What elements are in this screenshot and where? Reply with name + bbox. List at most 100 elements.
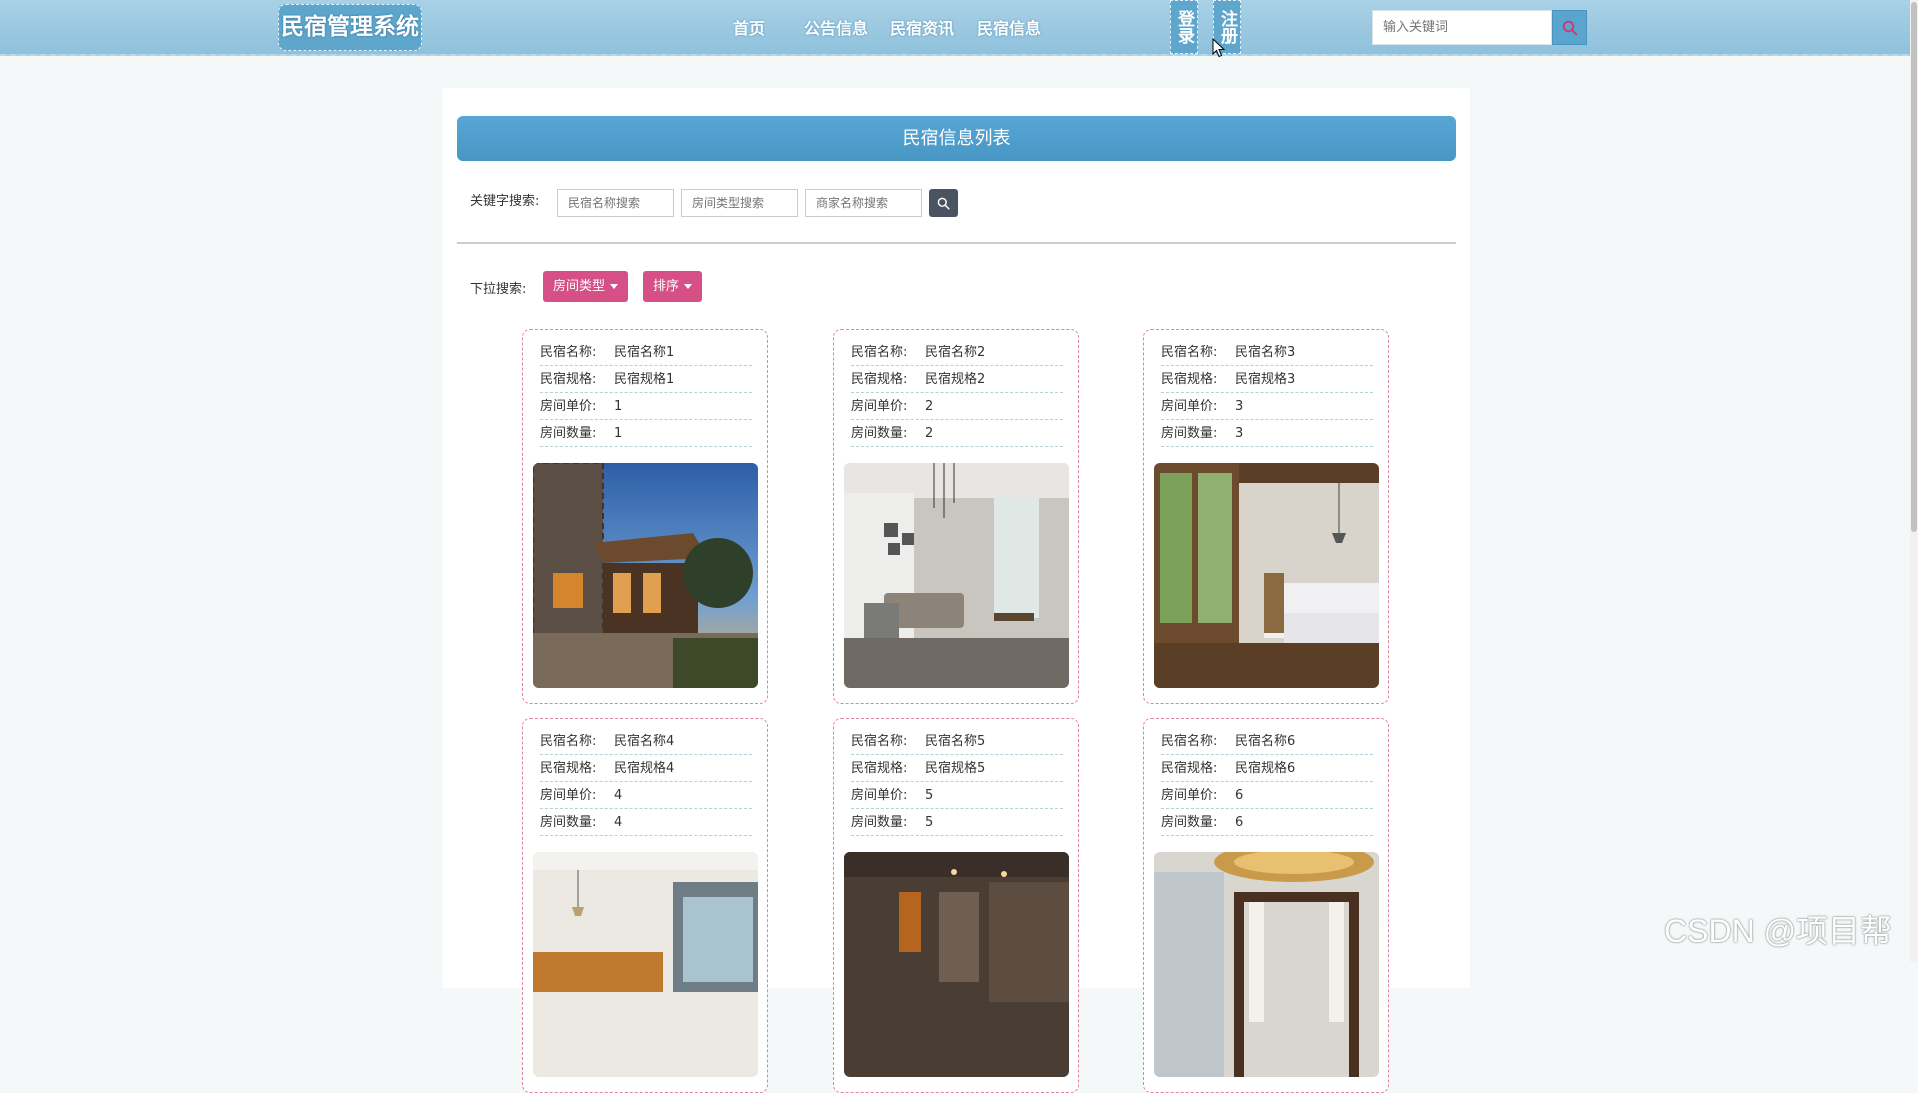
- card-price-value: 5: [925, 788, 934, 803]
- card-quantity-row: 房间数量: 1: [540, 421, 752, 447]
- field-label: 民宿名称:: [1161, 734, 1218, 749]
- field-label: 房间单价:: [540, 788, 597, 803]
- caret-down-icon: [684, 284, 693, 289]
- card-name-row: 民宿名称: 民宿名称4: [540, 729, 752, 755]
- keyword-search-label: 关键字搜索:: [470, 194, 540, 209]
- field-label: 房间数量:: [540, 815, 597, 830]
- field-label: 民宿规格:: [1161, 761, 1218, 776]
- nav-homestay-news[interactable]: 民宿资讯: [890, 15, 954, 39]
- card-quantity-row: 房间数量: 2: [851, 421, 1063, 447]
- card-price-value: 3: [1235, 399, 1244, 414]
- field-label: 民宿名称:: [1161, 345, 1218, 360]
- card-quantity-row: 房间数量: 6: [1161, 810, 1373, 836]
- card-quantity-value: 4: [614, 815, 623, 830]
- card-name-value: 民宿名称1: [614, 345, 675, 360]
- page-scrollbar-thumb[interactable]: [1911, 2, 1917, 532]
- card-spec-value: 民宿规格1: [614, 372, 675, 387]
- homestay-card-3[interactable]: 民宿名称: 民宿名称3 民宿规格: 民宿规格3 房间单价: 3 房间数量: 3: [1143, 329, 1389, 704]
- card-spec-value: 民宿规格6: [1235, 761, 1296, 776]
- card-spec-value: 民宿规格3: [1235, 372, 1296, 387]
- field-label: 民宿名称:: [851, 734, 908, 749]
- divider: [457, 242, 1456, 244]
- homestay-photo[interactable]: [1154, 463, 1379, 688]
- homestay-photo[interactable]: [844, 852, 1069, 1077]
- room-type-search-input[interactable]: [681, 189, 798, 217]
- card-price-row: 房间单价: 4: [540, 783, 752, 809]
- search-icon: [937, 197, 950, 210]
- card-price-value: 6: [1235, 788, 1244, 803]
- field-label: 房间单价:: [1161, 399, 1218, 414]
- dropdown-search-label: 下拉搜索:: [470, 282, 527, 297]
- card-quantity-row: 房间数量: 5: [851, 810, 1063, 836]
- nav-homestay-info[interactable]: 民宿信息: [977, 15, 1041, 39]
- sort-dropdown-label: 排序: [653, 279, 680, 294]
- field-label: 房间数量:: [1161, 426, 1218, 441]
- field-label: 房间单价:: [540, 399, 597, 414]
- keyword-search-button[interactable]: [929, 189, 958, 217]
- field-label: 房间数量:: [1161, 815, 1218, 830]
- card-spec-value: 民宿规格2: [925, 372, 986, 387]
- card-price-value: 1: [614, 399, 623, 414]
- homestay-photo[interactable]: [533, 852, 758, 1077]
- homestay-card-5[interactable]: 民宿名称: 民宿名称5 民宿规格: 民宿规格5 房间单价: 5 房间数量: 5: [833, 718, 1079, 1093]
- homestay-card-4[interactable]: 民宿名称: 民宿名称4 民宿规格: 民宿规格4 房间单价: 4 房间数量: 4: [522, 718, 768, 1093]
- card-name-row: 民宿名称: 民宿名称3: [1161, 340, 1373, 366]
- search-icon: [1562, 20, 1577, 35]
- card-price-row: 房间单价: 2: [851, 394, 1063, 420]
- card-spec-row: 民宿规格: 民宿规格6: [1161, 756, 1373, 782]
- page-title: 民宿信息列表: [457, 116, 1456, 161]
- field-label: 房间单价:: [851, 788, 908, 803]
- card-quantity-value: 5: [925, 815, 934, 830]
- card-name-value: 民宿名称3: [1235, 345, 1296, 360]
- cursor-icon: [1212, 38, 1226, 58]
- card-quantity-row: 房间数量: 4: [540, 810, 752, 836]
- site-logo[interactable]: 民宿管理系统: [278, 4, 422, 51]
- merchant-name-search-input[interactable]: [805, 189, 922, 217]
- card-spec-row: 民宿规格: 民宿规格5: [851, 756, 1063, 782]
- field-label: 民宿规格:: [851, 372, 908, 387]
- card-spec-value: 民宿规格4: [614, 761, 675, 776]
- field-label: 民宿规格:: [1161, 372, 1218, 387]
- room-type-dropdown[interactable]: 房间类型: [543, 271, 629, 302]
- field-label: 房间数量:: [851, 426, 908, 441]
- field-label: 民宿名称:: [851, 345, 908, 360]
- homestay-photo[interactable]: [1154, 852, 1379, 1077]
- field-label: 房间数量:: [851, 815, 908, 830]
- card-spec-row: 民宿规格: 民宿规格3: [1161, 367, 1373, 393]
- homestay-photo[interactable]: [844, 463, 1069, 688]
- card-name-value: 民宿名称4: [614, 734, 675, 749]
- card-quantity-row: 房间数量: 3: [1161, 421, 1373, 447]
- field-label: 民宿规格:: [540, 372, 597, 387]
- homestay-card-6[interactable]: 民宿名称: 民宿名称6 民宿规格: 民宿规格6 房间单价: 6 房间数量: 6: [1143, 718, 1389, 1093]
- card-spec-value: 民宿规格5: [925, 761, 986, 776]
- field-label: 民宿名称:: [540, 734, 597, 749]
- nav-home[interactable]: 首页: [733, 15, 765, 39]
- card-price-row: 房间单价: 1: [540, 394, 752, 420]
- card-quantity-value: 6: [1235, 815, 1244, 830]
- card-price-value: 2: [925, 399, 934, 414]
- field-label: 房间单价:: [851, 399, 908, 414]
- field-label: 民宿规格:: [851, 761, 908, 776]
- homestay-photo[interactable]: [533, 463, 758, 688]
- card-name-row: 民宿名称: 民宿名称2: [851, 340, 1063, 366]
- homestay-list-panel: 民宿信息列表 关键字搜索: 下拉搜索: 房间类型 排序 民宿名称: 民宿名称1 民…: [443, 88, 1470, 1093]
- card-spec-row: 民宿规格: 民宿规格4: [540, 756, 752, 782]
- top-search-input[interactable]: [1372, 10, 1552, 45]
- field-label: 房间单价:: [1161, 788, 1218, 803]
- room-type-dropdown-label: 房间类型: [553, 279, 606, 294]
- card-spec-row: 民宿规格: 民宿规格1: [540, 367, 752, 393]
- top-search-button[interactable]: [1552, 10, 1587, 45]
- login-button[interactable]: 登录: [1170, 0, 1198, 54]
- card-name-row: 民宿名称: 民宿名称1: [540, 340, 752, 366]
- homestay-card-2[interactable]: 民宿名称: 民宿名称2 民宿规格: 民宿规格2 房间单价: 2 房间数量: 2: [833, 329, 1079, 704]
- card-price-row: 房间单价: 3: [1161, 394, 1373, 420]
- sort-dropdown[interactable]: 排序: [643, 271, 703, 302]
- top-navbar: 民宿管理系统 首页 公告信息 民宿资讯 民宿信息 登录 注册: [0, 0, 1918, 58]
- card-name-row: 民宿名称: 民宿名称5: [851, 729, 1063, 755]
- homestay-card-1[interactable]: 民宿名称: 民宿名称1 民宿规格: 民宿规格1 房间单价: 1 房间数量: 1: [522, 329, 768, 704]
- card-name-row: 民宿名称: 民宿名称6: [1161, 729, 1373, 755]
- card-price-row: 房间单价: 5: [851, 783, 1063, 809]
- card-name-value: 民宿名称5: [925, 734, 986, 749]
- homestay-name-search-input[interactable]: [557, 189, 674, 217]
- nav-announcements[interactable]: 公告信息: [804, 15, 868, 39]
